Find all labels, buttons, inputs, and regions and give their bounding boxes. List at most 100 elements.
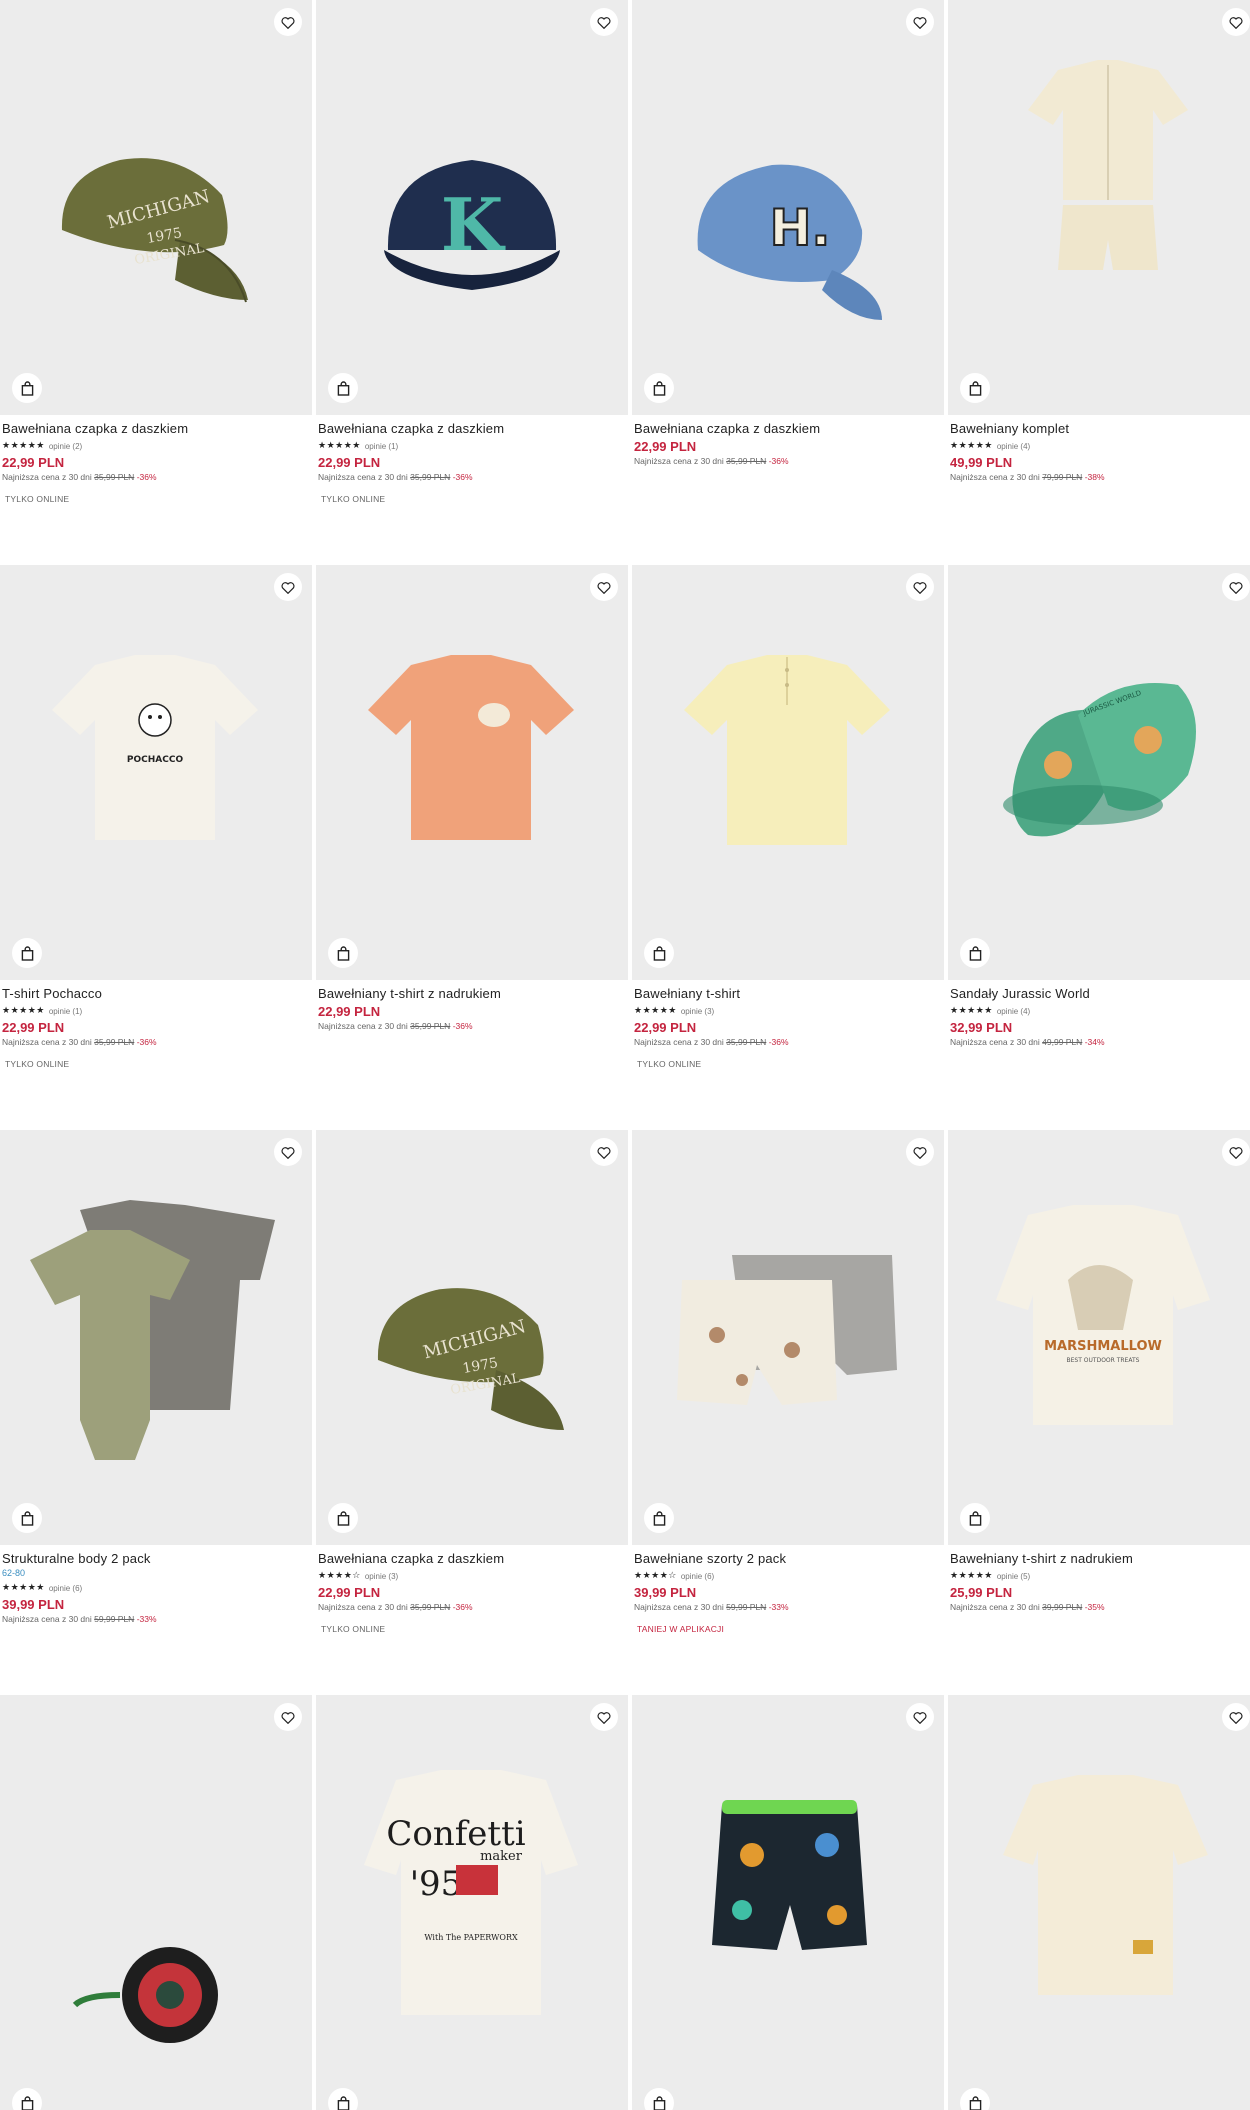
reviews-count[interactable]: opinie (1)	[49, 1007, 82, 1016]
product-image[interactable]	[0, 1695, 312, 2110]
shopping-bag-icon	[653, 381, 666, 396]
product-card[interactable]	[948, 1695, 1250, 2110]
reviews-count[interactable]: opinie (3)	[365, 1572, 398, 1581]
product-image[interactable]: JURASSIC WORLD	[948, 565, 1250, 980]
reviews-count[interactable]: opinie (6)	[49, 1584, 82, 1593]
product-card[interactable]: MICHIGAN 1975 ORIGINAL Bawełniana czapka…	[316, 1130, 628, 1634]
product-name[interactable]: Sandały Jurassic World	[950, 986, 1250, 1002]
add-to-cart-button[interactable]	[960, 1503, 990, 1533]
add-to-wishlist-button[interactable]	[590, 8, 618, 36]
product-name[interactable]: Bawełniany t-shirt	[634, 986, 942, 1002]
add-to-cart-button[interactable]	[12, 373, 42, 403]
product-card[interactable]: JURASSIC WORLD Sandały Jurassic World ★★…	[948, 565, 1250, 1049]
product-card[interactable]: MICHIGAN 1975 ORIGINAL Bawełniana czapka…	[0, 0, 312, 504]
product-name[interactable]: Bawełniana czapka z daszkiem	[318, 1551, 626, 1567]
product-card[interactable]: K Bawełniana czapka z daszkiem ★★★★★opin…	[316, 0, 628, 504]
product-card[interactable]	[0, 1695, 312, 2110]
product-name[interactable]: T-shirt Pochacco	[2, 986, 310, 1002]
product-card[interactable]: Bawełniane szorty 2 pack ★★★★☆opinie (6)…	[632, 1130, 944, 1634]
reviews-count[interactable]: opinie (3)	[681, 1007, 714, 1016]
add-to-wishlist-button[interactable]	[274, 573, 302, 601]
add-to-cart-button[interactable]	[328, 373, 358, 403]
product-name[interactable]: Bawełniany komplet	[950, 421, 1250, 437]
product-name[interactable]: Bawełniana czapka z daszkiem	[634, 421, 942, 437]
add-to-cart-button[interactable]	[960, 938, 990, 968]
svg-text:H.: H.	[770, 199, 831, 257]
add-to-wishlist-button[interactable]	[1222, 1703, 1250, 1731]
add-to-wishlist-button[interactable]	[274, 8, 302, 36]
product-name[interactable]: Bawełniana czapka z daszkiem	[2, 421, 310, 437]
shopping-bag-icon	[969, 2096, 982, 2110]
add-to-wishlist-button[interactable]	[1222, 573, 1250, 601]
add-to-wishlist-button[interactable]	[590, 573, 618, 601]
heart-outline-icon	[913, 1711, 927, 1724]
reviews-count[interactable]: opinie (2)	[49, 442, 82, 451]
discount-badge: -36%	[453, 472, 473, 482]
old-price: 59,99 PLN	[94, 1614, 134, 1624]
add-to-cart-button[interactable]	[12, 938, 42, 968]
add-to-cart-button[interactable]	[12, 1503, 42, 1533]
product-image[interactable]: H.	[632, 0, 944, 415]
add-to-cart-button[interactable]	[644, 938, 674, 968]
add-to-wishlist-button[interactable]	[274, 1703, 302, 1731]
product-card[interactable]: Bawełniany t-shirt z nadrukiem 22,99 PLN…	[316, 565, 628, 1033]
product-image[interactable]: MICHIGAN 1975 ORIGINAL	[316, 1130, 628, 1545]
product-image[interactable]: MICHIGAN 1975 ORIGINAL	[0, 0, 312, 415]
reviews-count[interactable]: opinie (4)	[997, 442, 1030, 451]
product-name[interactable]: Bawełniany t-shirt z nadrukiem	[950, 1551, 1250, 1567]
product-image[interactable]	[0, 1130, 312, 1545]
add-to-wishlist-button[interactable]	[906, 8, 934, 36]
product-image[interactable]	[948, 1695, 1250, 2110]
product-image[interactable]	[316, 565, 628, 980]
product-card[interactable]: MARSHMALLOW BEST OUTDOOR TREATS Bawełnia…	[948, 1130, 1250, 1614]
product-image[interactable]: Confetti maker '95 With The PAPERWORX	[316, 1695, 628, 2110]
heart-outline-icon	[597, 1711, 611, 1724]
product-image[interactable]: MARSHMALLOW BEST OUTDOOR TREATS	[948, 1130, 1250, 1545]
product-image[interactable]	[632, 1130, 944, 1545]
product-card[interactable]: Strukturalne body 2 pack 62-80 ★★★★★opin…	[0, 1130, 312, 1626]
add-to-wishlist-button[interactable]	[1222, 1138, 1250, 1166]
product-image[interactable]: POCHACCO	[0, 565, 312, 980]
product-card[interactable]: Bawełniany t-shirt ★★★★★opinie (3) 22,99…	[632, 565, 944, 1069]
product-name[interactable]: Bawełniana czapka z daszkiem	[318, 421, 626, 437]
lowest-price-label: Najniższa cena z 30 dni	[634, 1037, 724, 1047]
add-to-cart-button[interactable]	[328, 1503, 358, 1533]
add-to-cart-button[interactable]	[960, 2088, 990, 2110]
product-image[interactable]	[632, 565, 944, 980]
add-to-cart-button[interactable]	[644, 373, 674, 403]
add-to-cart-button[interactable]	[644, 1503, 674, 1533]
reviews-count[interactable]: opinie (6)	[681, 1572, 714, 1581]
product-card[interactable]: Confetti maker '95 With The PAPERWORX	[316, 1695, 628, 2110]
lowest-price-label: Najniższa cena z 30 dni	[950, 1602, 1040, 1612]
lowest-price-info: Najniższa cena z 30 dni 35,99 PLN -36%	[318, 1601, 626, 1614]
product-card[interactable]	[632, 1695, 944, 2110]
product-image[interactable]	[632, 1695, 944, 2110]
add-to-wishlist-button[interactable]	[590, 1138, 618, 1166]
add-to-wishlist-button[interactable]	[906, 1138, 934, 1166]
reviews-count[interactable]: opinie (4)	[997, 1007, 1030, 1016]
add-to-wishlist-button[interactable]	[906, 573, 934, 601]
app-discount-tag: TANIEJ W APLIKACJI	[637, 1624, 942, 1634]
product-price: 22,99 PLN	[318, 1584, 626, 1601]
product-card[interactable]: H. Bawełniana czapka z daszkiem 22,99 PL…	[632, 0, 944, 468]
product-rating: ★★★★★opinie (2)	[2, 439, 310, 453]
add-to-cart-button[interactable]	[328, 2088, 358, 2110]
reviews-count[interactable]: opinie (1)	[365, 442, 398, 451]
product-card[interactable]: POCHACCO T-shirt Pochacco ★★★★★opinie (1…	[0, 565, 312, 1069]
reviews-count[interactable]: opinie (5)	[997, 1572, 1030, 1581]
product-name[interactable]: Bawełniany t-shirt z nadrukiem	[318, 986, 626, 1002]
product-name[interactable]: Strukturalne body 2 pack	[2, 1551, 310, 1567]
add-to-wishlist-button[interactable]	[590, 1703, 618, 1731]
add-to-cart-button[interactable]	[328, 938, 358, 968]
product-image[interactable]	[948, 0, 1250, 415]
product-card[interactable]: Bawełniany komplet ★★★★★opinie (4) 49,99…	[948, 0, 1250, 484]
heart-outline-icon	[281, 16, 295, 29]
add-to-wishlist-button[interactable]	[274, 1138, 302, 1166]
add-to-cart-button[interactable]	[960, 373, 990, 403]
add-to-cart-button[interactable]	[644, 2088, 674, 2110]
add-to-cart-button[interactable]	[12, 2088, 42, 2110]
add-to-wishlist-button[interactable]	[1222, 8, 1250, 36]
add-to-wishlist-button[interactable]	[906, 1703, 934, 1731]
product-image[interactable]: K	[316, 0, 628, 415]
product-name[interactable]: Bawełniane szorty 2 pack	[634, 1551, 942, 1567]
